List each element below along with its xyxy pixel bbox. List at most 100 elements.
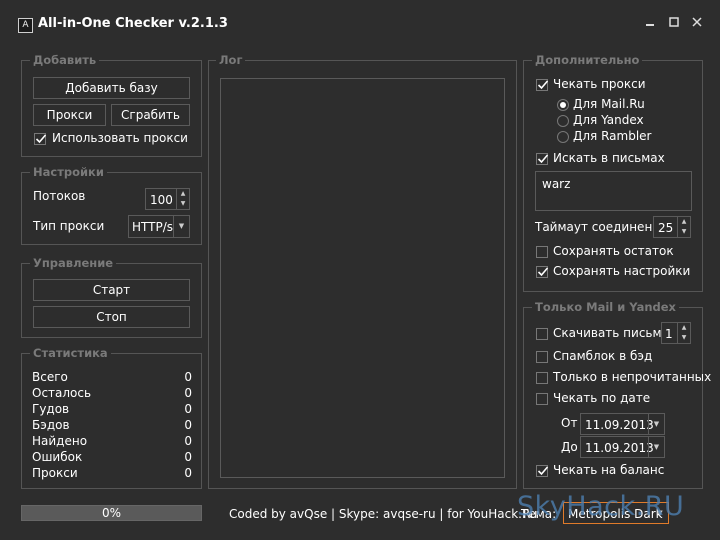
from-date-value: 11.09.2013 <box>585 418 654 432</box>
radio-mailru[interactable] <box>557 99 569 111</box>
stats-row: Прокси 0 <box>32 466 192 482</box>
threads-label: Потоков <box>33 189 86 203</box>
check-icon <box>537 466 549 476</box>
window-title: All-in-One Checker v.2.1.3 <box>38 16 228 31</box>
stats-row-label: Гудов <box>32 402 70 416</box>
stats-row-value: 0 <box>184 418 192 432</box>
stats-row-value: 0 <box>184 402 192 416</box>
mail-yandex-group-legend: Только Mail и Yandex <box>532 300 679 314</box>
stats-row: Найдено 0 <box>32 434 192 450</box>
to-date-picker[interactable]: 11.09.2013 ▼ <box>580 436 665 458</box>
stats-row-value: 0 <box>184 386 192 400</box>
stats-row: Гудов 0 <box>32 402 192 418</box>
check-proxy-label: Чекать прокси <box>553 77 646 91</box>
stats-row-label: Прокси <box>32 466 78 480</box>
timeout-stepper[interactable]: 25 ▲ ▼ <box>653 216 691 238</box>
radio-mailru-label: Для Mail.Ru <box>573 97 645 111</box>
check-icon <box>537 154 549 164</box>
download-letters-label: Скачивать письма <box>553 326 669 340</box>
grab-button[interactable]: Сграбить <box>111 104 190 126</box>
chevron-down-icon[interactable]: ▼ <box>678 227 690 237</box>
add-base-button[interactable]: Добавить базу <box>33 77 190 99</box>
control-group-legend: Управление <box>30 256 117 270</box>
chevron-down-icon[interactable]: ▼ <box>678 333 690 343</box>
check-by-date-checkbox[interactable] <box>536 393 548 405</box>
download-count-spin-buttons[interactable]: ▲ ▼ <box>677 323 690 343</box>
timeout-spin-buttons[interactable]: ▲ ▼ <box>677 217 690 237</box>
radio-yandex-label: Для Yandex <box>573 113 644 127</box>
use-proxy-checkbox[interactable] <box>34 133 47 145</box>
spam-to-bad-label: Спамблок в бэд <box>553 349 653 363</box>
progress-text: 0% <box>101 506 122 520</box>
from-date-picker[interactable]: 11.09.2013 ▼ <box>580 413 665 435</box>
download-letters-checkbox[interactable] <box>536 328 548 340</box>
timeout-label: Таймаут соединения <box>535 220 668 234</box>
chevron-down-icon[interactable]: ▼ <box>177 199 189 209</box>
chevron-up-icon[interactable]: ▲ <box>177 189 189 199</box>
radio-yandex[interactable] <box>557 115 569 127</box>
radio-rambler-label: Для Rambler <box>573 129 652 143</box>
to-date-value: 11.09.2013 <box>585 441 654 455</box>
stats-row: Осталось 0 <box>32 386 192 402</box>
chevron-up-icon[interactable]: ▲ <box>678 217 690 227</box>
extra-group-legend: Дополнительно <box>532 53 643 67</box>
start-button[interactable]: Старт <box>33 279 190 301</box>
maximize-button[interactable] <box>663 14 685 34</box>
threads-spin-buttons[interactable]: ▲ ▼ <box>176 189 189 209</box>
chevron-down-icon[interactable]: ▼ <box>173 216 189 237</box>
maximize-icon <box>669 17 679 27</box>
log-textarea[interactable] <box>220 78 505 478</box>
check-balance-checkbox[interactable] <box>536 465 549 477</box>
proxy-type-select[interactable]: HTTP/s ▼ <box>128 215 190 238</box>
save-settings-label: Сохранять настройки <box>553 264 691 278</box>
only-unread-checkbox[interactable] <box>536 372 548 384</box>
chevron-up-icon[interactable]: ▲ <box>678 323 690 333</box>
chevron-down-icon[interactable]: ▼ <box>648 437 664 457</box>
credits-text: Coded by avQse | Skype: avqse-ru | for Y… <box>229 507 538 521</box>
stats-row-label: Бэдов <box>32 418 70 432</box>
add-group-legend: Добавить <box>30 53 100 67</box>
download-count-value: 1 <box>665 327 673 341</box>
settings-group-legend: Настройки <box>30 165 107 179</box>
stats-row-value: 0 <box>184 434 192 448</box>
threads-value: 100 <box>150 193 173 207</box>
stop-button[interactable]: Стоп <box>33 306 190 328</box>
chevron-down-icon[interactable]: ▼ <box>648 414 664 434</box>
save-settings-checkbox[interactable] <box>536 266 549 278</box>
proxy-type-label: Тип прокси <box>33 219 105 233</box>
stats-row-label: Осталось <box>32 386 92 400</box>
use-proxy-label: Использовать прокси <box>52 131 188 145</box>
save-rest-label: Сохранять остаток <box>553 244 674 258</box>
spam-to-bad-checkbox[interactable] <box>536 351 548 363</box>
radio-rambler[interactable] <box>557 131 569 143</box>
close-icon <box>692 17 702 27</box>
only-unread-label: Только в непрочитанных <box>553 370 712 384</box>
check-icon <box>537 267 549 277</box>
from-label: От <box>561 416 578 430</box>
timeout-value: 25 <box>658 221 674 235</box>
stats-row-value: 0 <box>184 450 192 464</box>
check-by-date-label: Чекать по дате <box>553 391 651 405</box>
close-button[interactable] <box>686 14 708 34</box>
search-in-letters-label: Искать в письмах <box>553 151 665 165</box>
proxy-button[interactable]: Прокси <box>33 104 106 126</box>
search-text-input[interactable]: warz <box>535 171 692 211</box>
threads-stepper[interactable]: 100 ▲ ▼ <box>145 188 190 210</box>
minimize-icon <box>646 24 654 26</box>
search-in-letters-checkbox[interactable] <box>536 153 549 165</box>
check-proxy-checkbox[interactable] <box>536 79 549 91</box>
minimize-button[interactable] <box>639 14 661 34</box>
save-rest-checkbox[interactable] <box>536 246 548 258</box>
stats-row: Бэдов 0 <box>32 418 192 434</box>
app-icon: A <box>18 18 33 33</box>
proxy-type-value: HTTP/s <box>132 220 174 234</box>
watermark: SkyHack.RU <box>517 491 685 522</box>
stats-row-label: Ошибок <box>32 450 83 464</box>
stats-row-label: Всего <box>32 370 68 384</box>
search-text-value: warz <box>542 177 571 191</box>
download-count-stepper[interactable]: 1 ▲ ▼ <box>661 322 691 344</box>
stats-row: Ошибок 0 <box>32 450 192 466</box>
stats-row-label: Найдено <box>32 434 88 448</box>
check-icon <box>35 134 47 144</box>
check-icon <box>537 80 549 90</box>
